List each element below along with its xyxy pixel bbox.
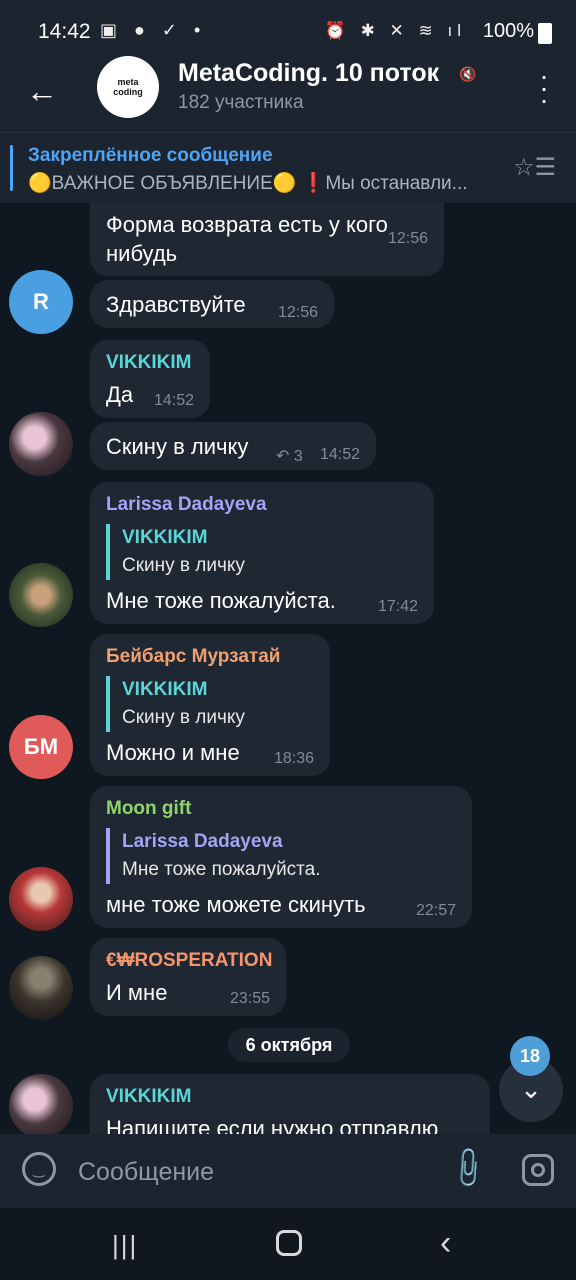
message-bubble[interactable]: VIKKIKIM Напишите если нужно отправлю <box>90 1074 490 1134</box>
home-icon[interactable] <box>276 1230 302 1256</box>
avatar[interactable]: R <box>9 270 73 334</box>
message-text: Напишите если нужно отправлю <box>106 1116 439 1134</box>
unread-count-badge: 18 <box>510 1036 550 1076</box>
sender-name[interactable]: Moon gift <box>106 798 191 820</box>
message-time: 22:57 <box>415 902 456 919</box>
reply-count-icon[interactable]: ↶ 3 <box>276 446 303 466</box>
message-text: Здравствуйте <box>106 292 246 317</box>
message-text: И мне <box>106 980 168 1005</box>
pinned-indicator <box>10 145 13 191</box>
chevron-down-icon: ⌄ <box>520 1074 542 1104</box>
member-count: 182 участника <box>178 92 304 113</box>
avatar[interactable] <box>9 1074 73 1134</box>
message-composer: ‿ 📎 <box>0 1134 576 1208</box>
message-time: 12:56 <box>277 304 318 321</box>
reply-sender: VIKKIKIM <box>122 527 208 548</box>
message-bubble[interactable]: Скину в личку ↶ 3 14:52 <box>90 422 376 470</box>
pinned-text: 🟡ВАЖНОЕ ОБЪЯВЛЕНИЕ🟡 ❗️Мы останавли... <box>28 173 468 194</box>
message-bubble[interactable]: Moon gift Larissa Dadayeva Мне тоже пожа… <box>90 786 472 928</box>
sender-name[interactable]: VIKKIKIM <box>106 1086 192 1108</box>
avatar[interactable] <box>9 412 73 476</box>
message-bubble[interactable]: Здравствуйте 12:56 <box>90 280 334 328</box>
message-bubble[interactable]: VIKKIKIM Да 14:52 <box>90 340 210 418</box>
system-icons: ⏰ ✱ ✕ ≋ ıl <box>324 21 466 40</box>
avatar[interactable] <box>9 867 73 931</box>
message-text: Можно и мне <box>106 740 240 765</box>
attach-icon[interactable]: 📎 <box>440 1140 497 1197</box>
notification-icons: ▣ ● ✓ • <box>100 20 207 40</box>
emoji-icon[interactable]: ‿ <box>22 1152 56 1186</box>
chat-header: ← meta coding MetaCoding. 10 поток 🔇 182… <box>0 56 576 132</box>
group-avatar-logo: meta coding <box>113 77 143 97</box>
pinned-message-bar[interactable]: Закреплённое сообщение 🟡ВАЖНОЕ ОБЪЯВЛЕНИ… <box>0 132 576 203</box>
sender-name[interactable]: VIKKIKIM <box>106 352 192 374</box>
message-text: мне тоже можете скинуть <box>106 892 366 917</box>
message-text: Скину в личку <box>106 434 249 459</box>
sender-name[interactable]: Бейбарс Мурзатай <box>106 646 280 668</box>
chat-title[interactable]: MetaCoding. 10 поток <box>178 59 439 88</box>
reply-text: Скину в личку <box>122 555 245 576</box>
muted-icon: 🔇 <box>459 66 477 82</box>
message-bubble[interactable]: Форма возврата есть у кого нибудь 12:56 <box>90 202 444 276</box>
message-text: Да <box>106 382 134 407</box>
status-time: 14:42 <box>38 20 91 43</box>
reply-quote[interactable]: VIKKIKIM Скину в личку <box>106 524 245 580</box>
pinned-title: Закреплённое сообщение <box>28 145 273 166</box>
reply-quote[interactable]: VIKKIKIM Скину в личку <box>106 676 245 732</box>
message-bubble[interactable]: Бейбарс Мурзатай VIKKIKIM Скину в личку … <box>90 634 330 776</box>
message-text: Мне тоже пожалуйста. <box>106 588 336 613</box>
avatar-letter: БМ <box>23 734 59 759</box>
reply-quote[interactable]: Larissa Dadayeva Мне тоже пожалуйста. <box>106 828 321 884</box>
sender-name[interactable]: Larissa Dadayeva <box>106 494 267 516</box>
reply-text: Мне тоже пожалуйста. <box>122 859 321 880</box>
sender-name[interactable]: €₩ROSPERATION <box>106 950 272 972</box>
message-input[interactable] <box>76 1154 440 1190</box>
status-bar: 14:42 ▣ ● ✓ • ⏰ ✱ ✕ ≋ ıl 100% <box>0 0 576 62</box>
battery-percent: 100% <box>482 20 534 42</box>
avatar[interactable]: БМ <box>9 715 73 779</box>
recent-apps-icon[interactable]: ||| <box>112 1230 138 1261</box>
back-icon[interactable]: ‹ <box>440 1224 451 1263</box>
message-text: Форма возврата есть у кого нибудь <box>106 212 388 266</box>
message-time: 18:36 <box>273 750 314 767</box>
message-list[interactable]: Форма возврата есть у кого нибудь 12:56 … <box>0 202 576 1134</box>
message-time: 23:55 <box>229 990 270 1007</box>
reply-sender: VIKKIKIM <box>122 679 208 700</box>
avatar[interactable] <box>9 956 73 1020</box>
message-bubble[interactable]: €₩ROSPERATION И мне 23:55 <box>90 938 286 1016</box>
date-separator: 6 октября <box>228 1028 350 1062</box>
battery-icon <box>538 23 552 44</box>
reply-count: 3 <box>293 448 303 465</box>
reply-text: Скину в личку <box>122 707 245 728</box>
reply-sender: Larissa Dadayeva <box>122 831 283 852</box>
message-time: 17:42 <box>377 598 418 615</box>
camera-icon[interactable] <box>522 1154 554 1186</box>
back-arrow-icon[interactable]: ← <box>22 72 62 112</box>
message-bubble[interactable]: Larissa Dadayeva VIKKIKIM Скину в личку … <box>90 482 434 624</box>
message-time: 14:52 <box>319 446 360 463</box>
message-time: 14:52 <box>153 392 194 409</box>
avatar[interactable] <box>9 563 73 627</box>
more-menu-icon[interactable]: · · · <box>536 62 552 114</box>
avatar-letter: R <box>33 289 49 314</box>
group-avatar[interactable]: meta coding <box>97 56 159 118</box>
pinned-list-icon[interactable]: ☆☰ <box>513 153 556 182</box>
message-time: 12:56 <box>387 230 428 247</box>
system-nav-bar: ||| ‹ <box>0 1208 576 1280</box>
